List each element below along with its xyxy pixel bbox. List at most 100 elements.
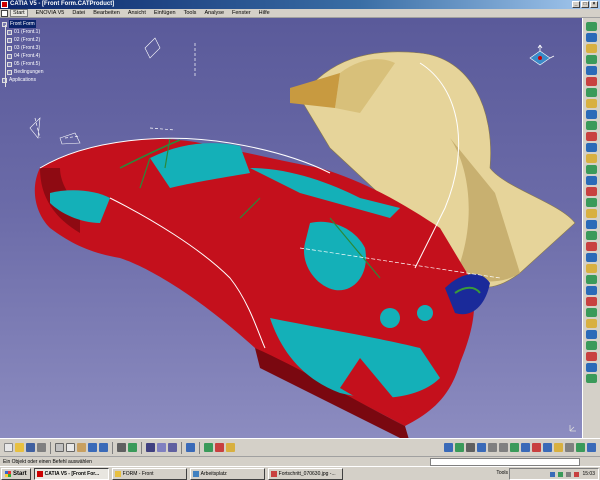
- offset-icon[interactable]: [586, 110, 597, 119]
- fit-all-icon[interactable]: [455, 443, 464, 452]
- new-icon[interactable]: [4, 443, 13, 452]
- menu-fenster[interactable]: Fenster: [232, 10, 251, 16]
- tree-item-front-5[interactable]: 05 (Front.5): [2, 60, 43, 68]
- document-icon[interactable]: [1, 10, 8, 17]
- menu-analyse[interactable]: Analyse: [204, 10, 224, 16]
- copy-icon[interactable]: [66, 443, 75, 452]
- hide-show-icon[interactable]: [554, 443, 563, 452]
- close-button[interactable]: ×: [590, 1, 598, 8]
- menu-hilfe[interactable]: Hilfe: [259, 10, 270, 16]
- window-title-bar[interactable]: CATIA V5 - [Front Form.CATProduct] _ □ ×: [0, 0, 600, 9]
- sketch-icon[interactable]: [586, 22, 597, 31]
- helix-icon[interactable]: [586, 308, 597, 317]
- fillet-icon[interactable]: [586, 176, 597, 185]
- task-arbeitsplatz[interactable]: Arbeitsplatz: [189, 467, 265, 480]
- security-icon[interactable]: [558, 471, 564, 477]
- line-icon[interactable]: [586, 275, 597, 284]
- compass-toggle-icon[interactable]: [146, 443, 155, 452]
- task-catia[interactable]: CATIA V5 - [Front For...: [33, 467, 109, 480]
- axis-icon[interactable]: [204, 443, 213, 452]
- menu-start[interactable]: Start: [10, 9, 28, 17]
- open-icon[interactable]: [15, 443, 24, 452]
- menu-enovia[interactable]: ENOVIA V5: [36, 10, 65, 16]
- tools-toolbar-label[interactable]: Tools: [496, 470, 508, 476]
- tree-item-applications[interactable]: Applications: [2, 76, 43, 84]
- curve-icon[interactable]: [586, 286, 597, 295]
- paste-icon[interactable]: [77, 443, 86, 452]
- help-icon[interactable]: [587, 443, 596, 452]
- intersection-icon[interactable]: [586, 330, 597, 339]
- trim-icon[interactable]: [586, 143, 597, 152]
- rotate-icon[interactable]: [586, 198, 597, 207]
- split-icon[interactable]: [586, 132, 597, 141]
- catalog-icon[interactable]: [186, 443, 195, 452]
- rotate-view-icon[interactable]: [477, 443, 486, 452]
- view-compass-icon[interactable]: [525, 43, 555, 73]
- menu-bearbeiten[interactable]: Bearbeiten: [93, 10, 120, 16]
- blend-icon[interactable]: [586, 88, 597, 97]
- network-icon[interactable]: [550, 471, 556, 477]
- tree-item-front-4[interactable]: 04 (Front.4): [2, 52, 43, 60]
- fly-mode-icon[interactable]: [444, 443, 453, 452]
- 3d-model-render[interactable]: [0, 18, 582, 438]
- point-tool-icon[interactable]: [226, 443, 235, 452]
- pan-icon[interactable]: [466, 443, 475, 452]
- tree-item-front-2[interactable]: 02 (Front.2): [2, 36, 43, 44]
- task-form-front[interactable]: FORM - Front: [111, 467, 187, 480]
- shading-icon[interactable]: [543, 443, 552, 452]
- undo-icon[interactable]: [88, 443, 97, 452]
- surface-icon[interactable]: [586, 33, 597, 42]
- maximize-button[interactable]: □: [581, 1, 589, 8]
- tree-root[interactable]: Front Form: [2, 20, 43, 28]
- fill-icon[interactable]: [586, 77, 597, 86]
- tree-item-front-3[interactable]: 03 (Front.3): [2, 44, 43, 52]
- update-icon[interactable]: [117, 443, 126, 452]
- grid-icon[interactable]: [215, 443, 224, 452]
- cut-icon[interactable]: [55, 443, 64, 452]
- sweep-icon[interactable]: [586, 66, 597, 75]
- normal-view-icon[interactable]: [510, 443, 519, 452]
- zoom-in-icon[interactable]: [488, 443, 497, 452]
- point-icon[interactable]: [586, 264, 597, 273]
- extract-icon[interactable]: [586, 165, 597, 174]
- redo-icon[interactable]: [99, 443, 108, 452]
- snap-icon[interactable]: [157, 443, 166, 452]
- minimize-button[interactable]: _: [572, 1, 580, 8]
- analysis-icon[interactable]: [586, 341, 597, 350]
- sketch-mode-icon[interactable]: [168, 443, 177, 452]
- multi-view-icon[interactable]: [521, 443, 530, 452]
- task-fortschritt-image[interactable]: Fortschritt_070630.jpg -...: [267, 467, 343, 480]
- extrapolate-icon[interactable]: [586, 242, 597, 251]
- projection-icon[interactable]: [586, 319, 597, 328]
- draft-analysis-icon[interactable]: [586, 352, 597, 361]
- translate-icon[interactable]: [586, 187, 597, 196]
- menu-ansicht[interactable]: Ansicht: [128, 10, 146, 16]
- clock[interactable]: 15:03: [582, 471, 595, 477]
- print-icon[interactable]: [37, 443, 46, 452]
- save-icon[interactable]: [26, 443, 35, 452]
- tree-item-constraints[interactable]: Bedingungen: [2, 68, 43, 76]
- spline-icon[interactable]: [586, 297, 597, 306]
- boundary-icon[interactable]: [586, 154, 597, 163]
- join-icon[interactable]: [586, 121, 597, 130]
- 3d-viewport[interactable]: Front Form 01 (Front.1) 02 (Front.2) 03 …: [0, 18, 582, 438]
- zoom-out-icon[interactable]: [499, 443, 508, 452]
- extrude-icon[interactable]: [586, 44, 597, 53]
- tree-item-front-1[interactable]: 01 (Front.1): [2, 28, 43, 36]
- power-input-field[interactable]: [430, 458, 580, 466]
- affinity-icon[interactable]: [586, 231, 597, 240]
- menu-tools[interactable]: Tools: [184, 10, 197, 16]
- start-button[interactable]: Start: [1, 467, 31, 480]
- curvature-icon[interactable]: [586, 363, 597, 372]
- measure-icon[interactable]: [586, 374, 597, 383]
- iso-view-icon[interactable]: [532, 443, 541, 452]
- whats-this-icon[interactable]: [128, 443, 137, 452]
- scaling-icon[interactable]: [586, 220, 597, 229]
- swap-space-icon[interactable]: [565, 443, 574, 452]
- menu-einfuegen[interactable]: Einfügen: [154, 10, 176, 16]
- revolve-icon[interactable]: [586, 55, 597, 64]
- symmetry-icon[interactable]: [586, 209, 597, 218]
- loft-icon[interactable]: [586, 99, 597, 108]
- menu-datei[interactable]: Datei: [72, 10, 85, 16]
- plane-icon[interactable]: [586, 253, 597, 262]
